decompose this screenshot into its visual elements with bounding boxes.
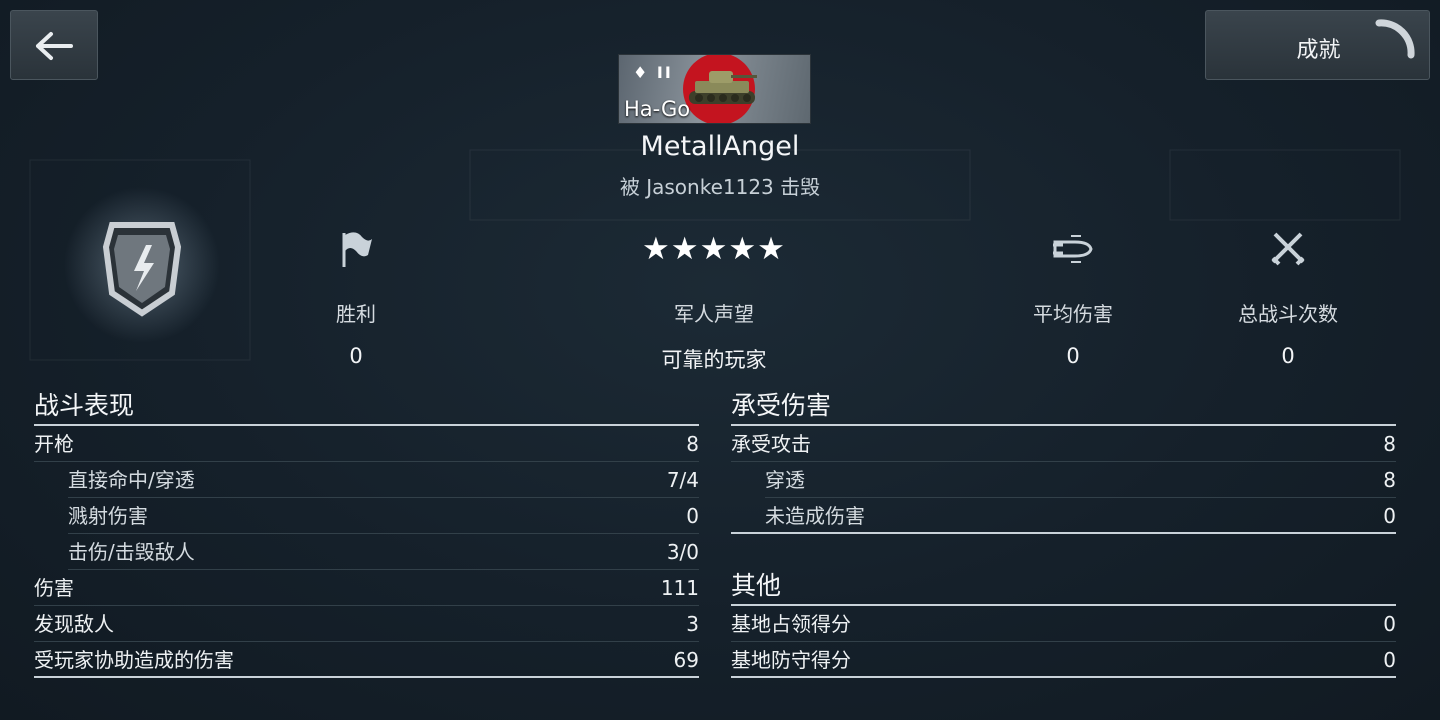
killed-by-text: 被 Jasonke1123 击毁 (619, 175, 821, 199)
section-title: 承受伤害 (731, 390, 1396, 426)
stat-label: 平均伤害 (1033, 302, 1113, 326)
row-label: 溅射伤害 (68, 504, 148, 528)
row-label: 承受攻击 (731, 432, 811, 456)
table-row: 伤害 111 (34, 570, 699, 606)
vehicle-card: ♦ II Ha-Go (618, 54, 811, 124)
table-row: 承受攻击 8 (731, 426, 1396, 462)
back-button[interactable] (10, 10, 98, 80)
row-value: 111 (660, 576, 699, 600)
damage-received-section: 承受伤害 承受攻击 8 穿透 8 未造成伤害 0 (731, 390, 1396, 534)
crossed-swords-icon (1271, 232, 1305, 266)
row-value: 7/4 (666, 468, 699, 492)
table-row: 发现敌人 3 (34, 606, 699, 642)
row-value: 0 (1383, 612, 1396, 636)
arrow-left-icon (36, 32, 73, 60)
row-label: 基地占领得分 (731, 612, 851, 636)
row-value: 0 (1383, 648, 1396, 672)
table-row: 穿透 8 (731, 462, 1396, 498)
player-name: MetallAngel (640, 131, 800, 162)
section-title: 战斗表现 (34, 390, 699, 426)
row-value: 0 (686, 504, 699, 528)
table-row: 溅射伤害 0 (34, 498, 699, 534)
row-label: 开枪 (34, 432, 74, 456)
stat-avg-damage: 平均伤害 0 (973, 225, 1173, 368)
spinner-icon (1375, 19, 1415, 59)
table-row: 开枪 8 (34, 426, 699, 462)
table-row: 未造成伤害 0 (731, 498, 1396, 534)
stat-value: 可靠的玩家 (661, 348, 767, 372)
stat-label: 总战斗次数 (1238, 302, 1338, 326)
stat-label: 胜利 (336, 302, 376, 326)
row-label: 穿透 (765, 468, 805, 492)
row-value: 69 (673, 648, 699, 672)
stars-icon: ★★★★★ (642, 231, 786, 267)
rank-shield-icon (64, 187, 220, 343)
section-title: 其他 (731, 570, 1396, 606)
stat-value: 0 (349, 344, 363, 368)
achievements-button[interactable]: 成就 (1205, 10, 1430, 80)
table-row: 受玩家协助造成的伤害 69 (34, 642, 699, 678)
row-value: 0 (1383, 504, 1396, 528)
row-value: 3/0 (666, 540, 699, 564)
vehicle-name: Ha-Go (624, 97, 691, 121)
stat-label: 军人声望 (674, 302, 754, 326)
shell-icon (1053, 235, 1093, 263)
stat-value: 0 (1281, 344, 1295, 368)
stat-total-battles: 总战斗次数 0 (1188, 225, 1388, 368)
other-section: 其他 基地占领得分 0 基地防守得分 0 (731, 570, 1396, 678)
row-value: 3 (686, 612, 699, 636)
flag-icon (342, 232, 372, 267)
stat-reputation: ★★★★★ 军人声望 可靠的玩家 (564, 225, 864, 374)
table-row: 直接命中/穿透 7/4 (34, 462, 699, 498)
row-value: 8 (686, 432, 699, 456)
row-value: 8 (1383, 432, 1396, 456)
vehicle-tier: ♦ II (633, 63, 673, 82)
combat-performance-section: 战斗表现 开枪 8 直接命中/穿透 7/4 溅射伤害 0 击伤/击毁敌人 3/0 伤害 1… (34, 390, 699, 678)
stat-value: 0 (1066, 344, 1080, 368)
stat-victories: 胜利 0 (256, 225, 456, 368)
row-label: 基地防守得分 (731, 648, 851, 672)
table-row: 基地占领得分 0 (731, 606, 1396, 642)
row-value: 8 (1383, 468, 1396, 492)
row-label: 击伤/击毁敌人 (68, 540, 195, 564)
row-label: 受玩家协助造成的伤害 (34, 648, 234, 672)
row-label: 发现敌人 (34, 612, 114, 636)
table-row: 基地防守得分 0 (731, 642, 1396, 678)
row-label: 未造成伤害 (765, 504, 865, 528)
table-row: 击伤/击毁敌人 3/0 (34, 534, 699, 570)
row-label: 伤害 (34, 576, 74, 600)
tank-icon (689, 71, 757, 104)
row-label: 直接命中/穿透 (68, 468, 195, 492)
